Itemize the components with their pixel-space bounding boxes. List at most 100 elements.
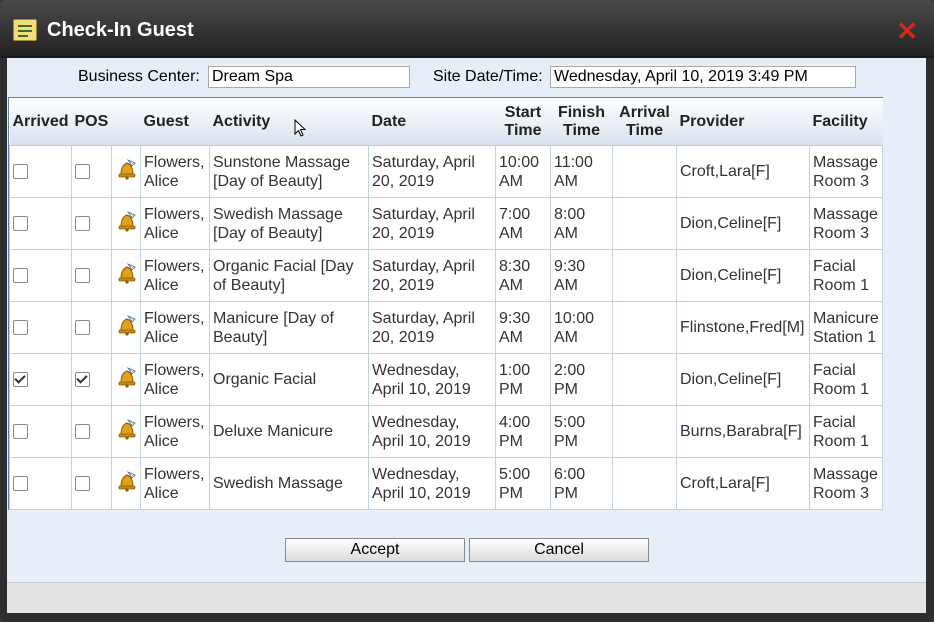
arrival-time-cell: [612, 457, 677, 510]
start-time-cell: 8:30 AM: [495, 249, 551, 302]
facility-cell: Facial Room 1: [809, 353, 883, 406]
table-row[interactable]: Flowers, Alice Organic Facial Wednesday, A…: [9, 353, 883, 406]
pos-checkbox[interactable]: [75, 216, 90, 232]
arrived-checkbox[interactable]: [9, 197, 72, 250]
pos-checkbox[interactable]: [75, 268, 90, 284]
bell-icon-cell[interactable]: [111, 197, 141, 250]
bell-icon-cell[interactable]: [111, 145, 141, 198]
pos-checkbox[interactable]: [71, 457, 112, 510]
pos-checkbox[interactable]: [71, 405, 112, 458]
header-finish-time[interactable]: Finish Time: [550, 98, 613, 146]
bell-icon[interactable]: [115, 469, 139, 498]
table-row[interactable]: Flowers, Alice Manicure [Day of Beauty] Sa…: [9, 301, 883, 354]
header-provider[interactable]: Provider: [676, 98, 810, 146]
activity-cell: Manicure [Day of Beauty]: [209, 301, 369, 354]
arrived-checkbox[interactable]: [13, 216, 28, 232]
activity-cell: Organic Facial [Day of Beauty]: [209, 249, 369, 302]
pos-checkbox[interactable]: [71, 301, 112, 354]
window-icon: [13, 19, 37, 41]
guest-cell: Flowers, Alice: [140, 145, 210, 198]
arrived-checkbox[interactable]: [13, 476, 28, 492]
facility-cell: Massage Room 3: [809, 145, 883, 198]
arrived-checkbox[interactable]: [13, 268, 28, 284]
date-cell: Wednesday, April 10, 2019: [368, 353, 496, 406]
finish-time-cell: 11:00 AM: [550, 145, 613, 198]
pos-checkbox[interactable]: [75, 424, 90, 440]
activity-cell: Organic Facial: [209, 353, 369, 406]
arrived-checkbox[interactable]: [13, 320, 28, 336]
bell-icon[interactable]: [115, 365, 139, 394]
header-facility[interactable]: Facility: [809, 98, 883, 146]
bell-icon[interactable]: [115, 157, 139, 186]
arrived-checkbox[interactable]: [13, 164, 28, 180]
pos-checkbox[interactable]: [71, 249, 112, 302]
site-datetime-field[interactable]: Wednesday, April 10, 2019 3:49 PM: [550, 66, 856, 88]
finish-time-cell: 8:00 AM: [550, 197, 613, 250]
header-arrival-time[interactable]: Arrival Time: [612, 98, 677, 146]
bell-icon[interactable]: [115, 261, 139, 290]
arrived-checkbox[interactable]: [13, 424, 28, 440]
pos-checkbox[interactable]: [75, 476, 90, 492]
arrived-checkbox[interactable]: [13, 372, 28, 388]
bell-icon-cell[interactable]: [111, 353, 141, 406]
table-row[interactable]: Flowers, Alice Swedish Massage Wednesday, …: [9, 457, 883, 510]
close-icon[interactable]: ✕: [896, 18, 918, 44]
bell-icon[interactable]: [115, 313, 139, 342]
arrived-checkbox[interactable]: [9, 249, 72, 302]
arrival-time-cell: [612, 249, 677, 302]
bell-icon-cell[interactable]: [111, 301, 141, 354]
header-activity[interactable]: Activity: [209, 98, 369, 146]
activity-cell: Sunstone Massage [Day of Beauty]: [209, 145, 369, 198]
header-guest[interactable]: Guest: [140, 98, 210, 146]
start-time-cell: 5:00 PM: [495, 457, 551, 510]
accept-button[interactable]: Accept: [285, 538, 465, 562]
arrived-checkbox[interactable]: [9, 145, 72, 198]
business-center-label: Business Center:: [78, 68, 200, 85]
date-cell: Saturday, April 20, 2019: [368, 197, 496, 250]
start-time-cell: 9:30 AM: [495, 301, 551, 354]
business-center-field[interactable]: Dream Spa: [208, 66, 410, 88]
finish-time-cell: 5:00 PM: [550, 405, 613, 458]
guest-cell: Flowers, Alice: [140, 405, 210, 458]
date-cell: Wednesday, April 10, 2019: [368, 405, 496, 458]
provider-cell: Croft,Lara[F]: [676, 145, 810, 198]
bell-icon-cell[interactable]: [111, 457, 141, 510]
table-row[interactable]: Flowers, Alice Deluxe Manicure Wednesday, …: [9, 405, 883, 458]
bell-icon-cell[interactable]: [111, 405, 141, 458]
table-header-row: Arrived POS Guest Activity Date Start Ti…: [9, 98, 883, 146]
arrived-checkbox[interactable]: [9, 405, 72, 458]
bell-icon[interactable]: [115, 417, 139, 446]
header-arrived[interactable]: Arrived: [9, 98, 72, 146]
facility-cell: Facial Room 1: [809, 405, 883, 458]
arrived-checkbox[interactable]: [9, 353, 72, 406]
guest-cell: Flowers, Alice: [140, 353, 210, 406]
cancel-button[interactable]: Cancel: [469, 538, 649, 562]
facility-cell: Massage Room 3: [809, 197, 883, 250]
title-bar[interactable]: Check-In Guest ✕: [0, 0, 934, 58]
finish-time-cell: 2:00 PM: [550, 353, 613, 406]
pos-checkbox[interactable]: [71, 353, 112, 406]
header-spacer: [111, 98, 141, 146]
date-cell: Saturday, April 20, 2019: [368, 249, 496, 302]
table-row[interactable]: Flowers, Alice Sunstone Massage [Day of B…: [9, 145, 883, 198]
bell-icon[interactable]: [115, 209, 139, 238]
header-date[interactable]: Date: [368, 98, 496, 146]
pos-checkbox[interactable]: [75, 320, 90, 336]
pos-checkbox[interactable]: [75, 164, 90, 180]
header-start-time[interactable]: Start Time: [495, 98, 551, 146]
arrival-time-cell: [612, 301, 677, 354]
pos-checkbox[interactable]: [71, 197, 112, 250]
pos-checkbox[interactable]: [71, 145, 112, 198]
table-row[interactable]: Flowers, Alice Organic Facial [Day of Bea…: [9, 249, 883, 302]
table-row[interactable]: Flowers, Alice Swedish Massage [Day of Be…: [9, 197, 883, 250]
start-time-cell: 4:00 PM: [495, 405, 551, 458]
arrived-checkbox[interactable]: [9, 301, 72, 354]
arrival-time-cell: [612, 353, 677, 406]
arrived-checkbox[interactable]: [9, 457, 72, 510]
start-time-cell: 10:00 AM: [495, 145, 551, 198]
pos-checkbox[interactable]: [75, 372, 90, 388]
bell-icon-cell[interactable]: [111, 249, 141, 302]
provider-cell: Dion,Celine[F]: [676, 249, 810, 302]
activity-cell: Swedish Massage [Day of Beauty]: [209, 197, 369, 250]
header-pos[interactable]: POS: [71, 98, 112, 146]
